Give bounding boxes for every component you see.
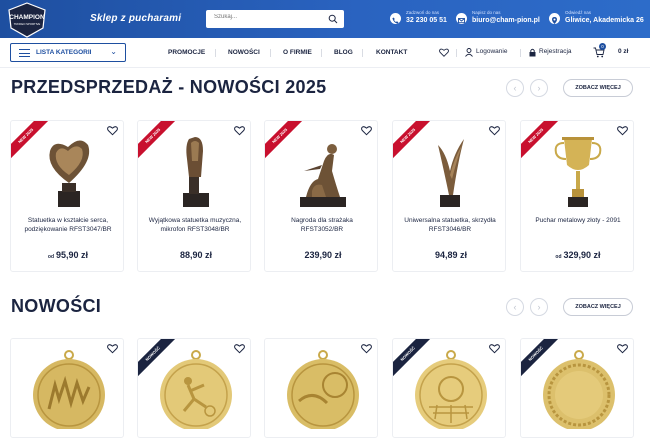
presale-next-arrow[interactable]: › [530,79,548,97]
product-card[interactable]: NOWOŚĆ [520,338,634,438]
wishlist-heart-icon[interactable] [617,125,628,136]
wishlist-heart-icon[interactable] [234,125,245,136]
wishlist-heart-icon[interactable] [361,343,372,354]
news-next-arrow[interactable]: › [530,298,548,316]
wishlist-heart-icon[interactable] [234,343,245,354]
svg-text:CHAMPION: CHAMPION [9,14,45,21]
location-pin-icon [549,13,560,24]
product-card[interactable]: NEW 2025 Nagroda dla strażaka RFST3052/B… [264,120,378,272]
product-image[interactable] [33,349,105,429]
top-bar: CHAMPION TROFEO SPORTIVE Sklep z puchara… [0,0,650,38]
product-image[interactable] [292,131,352,211]
product-image[interactable] [420,131,480,211]
nav-divider [215,49,216,57]
product-card[interactable]: NEW 2025 Uniwersalna statuetka, skrzydła… [392,120,506,272]
product-image[interactable] [548,131,608,211]
category-list-label: LISTA KATEGORII [36,49,92,56]
register-link[interactable]: Rejestracja [539,48,572,55]
price-prefix: od [47,254,55,260]
main-nav: LISTA KATEGORII ⌄ PROMOCJE NOWOŚCI O FIR… [0,38,650,68]
email-label: Napisz do nas [472,10,501,15]
category-list-button[interactable]: LISTA KATEGORII ⌄ [10,43,126,62]
product-image[interactable] [165,131,225,211]
product-card[interactable]: NEW 2025 Puchar metalowy złoty - 2091 od… [520,120,634,272]
price-value: 94,89 zł [434,250,468,260]
product-name[interactable]: Wyjątkowa statuetka muzyczna, mikrofon R… [144,217,246,234]
phone-label: Zadzwoń do nas [406,10,440,15]
search-box[interactable] [206,10,344,28]
hamburger-icon [19,49,30,57]
nav-divider [456,49,457,57]
product-price: od 329,90 zł [521,250,633,260]
search-input[interactable] [214,14,324,20]
product-price: od 95,90 zł [11,250,123,260]
address-label: Odwiedź nas [565,10,592,15]
product-card[interactable]: NOWOŚĆ [137,338,251,438]
product-price: 94,89 zł [393,250,505,260]
nav-o-firmie[interactable]: O FIRMIE [283,49,312,56]
wishlist-heart-icon[interactable] [489,125,500,136]
product-image[interactable] [160,349,232,429]
news-prev-arrow[interactable]: ‹ [506,298,524,316]
product-price: 88,90 zł [138,250,250,260]
presale-prev-arrow[interactable]: ‹ [506,79,524,97]
nav-divider [270,49,271,57]
nav-nowosci[interactable]: NOWOŚCI [228,49,260,56]
product-name[interactable]: Puchar metalowy złoty - 2091 [527,217,629,226]
product-name[interactable]: Nagroda dla strażaka RFST3052/BR [271,217,373,234]
price-value: 329,90 zł [563,250,601,260]
nav-divider [362,49,363,57]
address-value[interactable]: Gliwice, Akademicka 26 [565,17,644,24]
product-image[interactable] [415,349,487,429]
phone-number[interactable]: 32 230 05 51 [406,17,447,24]
product-name[interactable]: Statuetka w kształcie serca, podziękowan… [17,217,119,234]
phone-icon [390,13,401,24]
nav-promocje[interactable]: PROMOCJE [168,49,205,56]
email-address[interactable]: biuro@cham-pion.pl [472,17,540,24]
product-image[interactable] [287,349,359,429]
price-value: 88,90 zł [179,250,213,260]
tagline: Sklep z pucharami [90,13,182,24]
nav-divider [520,49,521,57]
mail-icon [456,13,467,24]
product-card[interactable] [264,338,378,438]
product-image[interactable] [38,131,98,211]
nav-divider [321,49,322,57]
price-prefix: od [555,254,562,260]
product-name[interactable]: Uniwersalna statuetka, skrzydła RFST3046… [399,217,501,234]
news-section-title: NOWOŚCI [11,296,102,316]
user-icon [465,48,473,57]
wishlist-heart-icon[interactable] [617,343,628,354]
presale-section-title: PRZEDSPRZEDAŻ - NOWOŚCI 2025 [11,77,327,97]
champion-logo[interactable]: CHAMPION TROFEO SPORTIVE [7,2,47,38]
login-link[interactable]: Logowanie [476,48,507,55]
price-value: 239,90 zł [304,250,342,260]
wishlist-heart-icon[interactable] [361,125,372,136]
nav-kontakt[interactable]: KONTAKT [376,49,407,56]
news-see-more-button[interactable]: ZOBACZ WIĘCEJ [563,298,633,316]
wishlist-heart-icon[interactable] [107,125,118,136]
product-image[interactable] [543,349,615,429]
product-card[interactable]: NEW 2025 Statuetka w kształcie serca, po… [10,120,124,272]
nav-blog[interactable]: BLOG [334,49,353,56]
svg-text:TROFEO SPORTIVE: TROFEO SPORTIVE [14,22,41,26]
cart-count-badge: 0 [599,43,606,50]
presale-see-more-button[interactable]: ZOBACZ WIĘCEJ [563,79,633,97]
wishlist-heart-icon[interactable] [489,343,500,354]
lock-icon [529,48,536,57]
chevron-down-icon: ⌄ [110,47,117,56]
search-icon[interactable] [328,14,338,24]
product-price: 239,90 zł [265,250,377,260]
price-value: 95,90 zł [56,250,89,260]
cart-total[interactable]: 0 zł [618,48,628,55]
product-card[interactable] [10,338,124,438]
wishlist-heart-icon[interactable] [439,48,449,57]
product-card[interactable]: NOWOŚĆ [392,338,506,438]
wishlist-heart-icon[interactable] [107,343,118,354]
product-card[interactable]: NEW 2025 Wyjątkowa statuetka muzyczna, m… [137,120,251,272]
